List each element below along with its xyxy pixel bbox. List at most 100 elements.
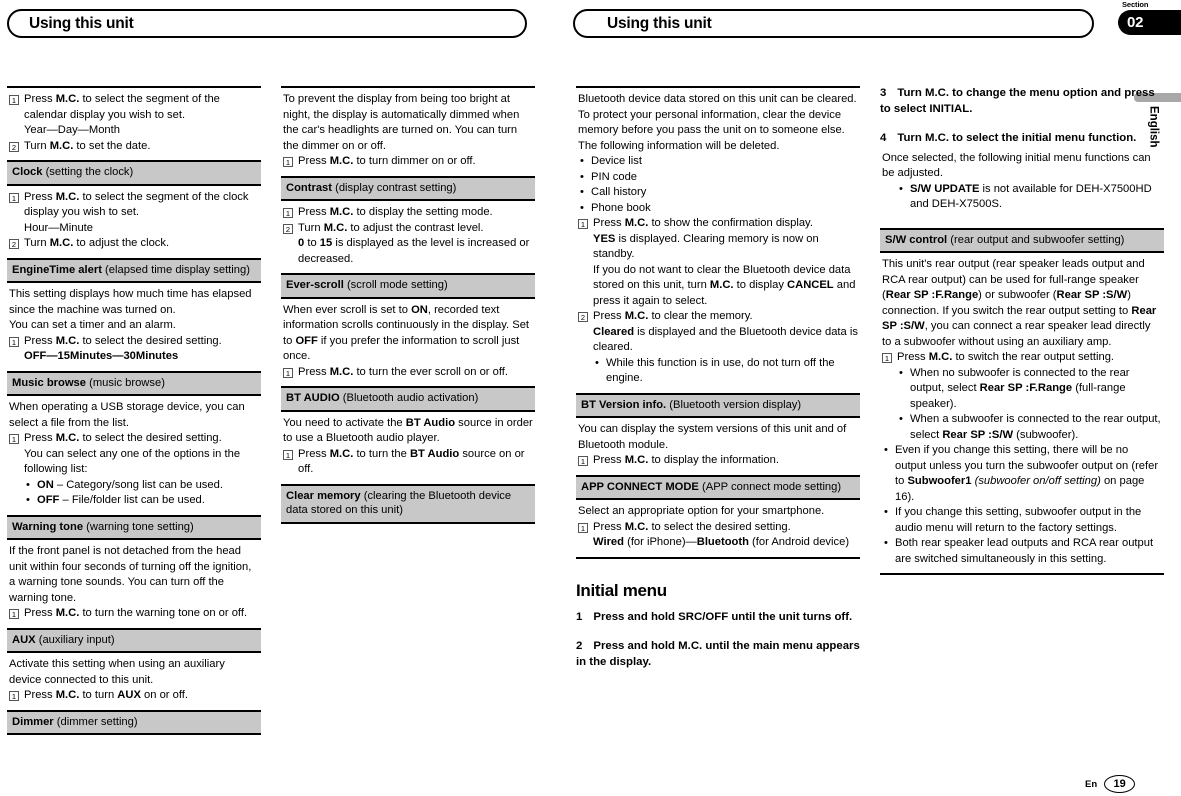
section-heading-warning-tone: Warning tone (warning tone setting): [7, 514, 261, 540]
section-heading-bt-version-plain: (Bluetooth version display): [666, 398, 802, 411]
engine-options: OFF—15Minutes—30Minutes: [24, 350, 179, 362]
step-number: 2: [9, 239, 19, 249]
list-item: 1 Press M.C. to select the desired setti…: [9, 431, 259, 509]
paragraph: Select an appropriate option for your sm…: [578, 505, 825, 517]
step-number: 2: [576, 640, 583, 652]
step-text: Turn M.C. to set the date.: [24, 139, 151, 152]
list-item: 1 Press M.C. to display the information.: [578, 453, 858, 469]
step-text: Press M.C. to select the desired setting…: [24, 431, 259, 509]
paragraph: You can set a timer and an alarm.: [9, 319, 176, 331]
list-item: 1 Press M.C. to switch the rear output s…: [882, 350, 1162, 443]
list-item: • Call history: [578, 185, 858, 201]
sw-control-body: This unit's rear output (rear speaker le…: [880, 253, 1164, 575]
paragraph: You can display the system versions of t…: [578, 423, 847, 451]
step-text: Press M.C. to select the desired setting…: [593, 520, 850, 549]
step-text: Press M.C. to turn AUX on or off.: [24, 689, 188, 701]
list-item: • If you change this setting, subwoofer …: [882, 505, 1162, 536]
enginetime-body: This setting displays how much time has …: [7, 283, 261, 371]
section-badge: Section 02: [1118, 0, 1181, 35]
column-4: 3 Turn M.C. to change the menu option and…: [880, 86, 1164, 735]
list-item: 1 Press M.C. to turn the ever scroll on …: [283, 365, 533, 381]
section-heading-bt-version-bold: BT Version info.: [581, 398, 667, 411]
bullet-icon: •: [884, 537, 888, 549]
column-1: 1 Press M.C. to select the segment of th…: [7, 86, 261, 735]
bullet-text: ON – Category/song list can be used.: [37, 478, 259, 494]
step-text: Press M.C. to show the confirmation disp…: [593, 217, 856, 307]
section-heading-clear-memory: Clear memory (clearing the Bluetooth dev…: [281, 483, 535, 524]
section-heading-clear-memory-bold: Clear memory: [286, 489, 361, 502]
list-item: 1 Press M.C. to select the desired setti…: [9, 334, 259, 365]
bullet-icon: •: [26, 478, 30, 491]
footer-page-number: 19: [1104, 775, 1136, 793]
paragraph: When ever scroll is set to ON, recorded …: [283, 303, 530, 363]
section-heading-aux-bold: AUX: [12, 633, 36, 646]
bullet-icon: •: [26, 494, 30, 506]
step-number: 1: [9, 434, 19, 444]
section-heading-app-connect: APP CONNECT MODE (APP connect mode setti…: [576, 474, 860, 500]
paragraph: You need to activate the BT Audio source…: [283, 416, 533, 445]
list-item: • PIN code: [578, 170, 858, 186]
step-text: Turn M.C. to change the menu option and …: [880, 87, 1155, 115]
aux-body: Activate this setting when using an auxi…: [7, 653, 261, 710]
section-heading-app-connect-plain: (APP connect mode setting): [698, 480, 842, 493]
ever-scroll-body: When ever scroll is set to ON, recorded …: [281, 299, 535, 387]
section-heading-warning-tone-bold: Warning tone: [12, 520, 84, 533]
bullet-text: Both rear speaker lead outputs and RCA r…: [895, 537, 1154, 565]
paragraph: Bluetooth device data stored on this uni…: [578, 93, 857, 152]
list-item: 2 Press M.C. to clear the memory. Cleared…: [578, 309, 858, 387]
step-subtext: You can select any one of the options in…: [24, 447, 241, 476]
bullet-icon: •: [580, 186, 584, 198]
section-heading-sw-control-plain: (rear output and subwoofer setting): [947, 233, 1125, 246]
section-heading-dimmer-bold: Dimmer: [12, 715, 54, 728]
list-item: • S/W UPDATE is not available for DEH-X7…: [882, 182, 1162, 213]
bullet-icon: •: [899, 413, 903, 425]
warning-tone-body: If the front panel is not detached from …: [7, 540, 261, 628]
section-heading-contrast-plain: (display contrast setting): [332, 181, 457, 194]
numbered-step-2: 2 Press and hold M.C. until the main menu…: [576, 639, 860, 670]
section-heading-enginetime: EngineTime alert (elapsed time display s…: [7, 257, 261, 283]
bullet-icon: •: [884, 444, 888, 456]
contrast-body: 1 Press M.C. to display the setting mode…: [281, 201, 535, 273]
bullet-text: Even if you change this setting, there w…: [895, 444, 1159, 503]
content-columns: 1 Press M.C. to select the segment of th…: [7, 86, 1164, 735]
list-item: 2 Turn M.C. to set the date.: [9, 139, 259, 155]
section-heading-ever-scroll-bold: Ever-scroll: [286, 279, 344, 291]
numbered-step-3: 3 Turn M.C. to change the menu option and…: [880, 86, 1164, 117]
section-heading-bt-audio: BT AUDIO (Bluetooth audio activation): [281, 386, 535, 412]
paragraph: If the front panel is not detached from …: [9, 545, 252, 604]
step4-body: Once selected, the following initial men…: [880, 147, 1164, 219]
step-text: Press M.C. to turn the warning tone on o…: [24, 607, 248, 619]
section-heading-dimmer: Dimmer (dimmer setting): [7, 709, 261, 735]
bullet-bold: OFF: [37, 494, 60, 506]
step-text: Press M.C. to turn dimmer on or off.: [298, 155, 476, 167]
numbered-step-1: 1 Press and hold SRC/OFF until the unit t…: [576, 610, 860, 626]
section-heading-dimmer-plain: (dimmer setting): [53, 715, 138, 728]
step-number: 1: [9, 95, 19, 105]
step-text: Press M.C. to clear the memory. Cleared i…: [593, 309, 858, 387]
paragraph: Once selected, the following initial men…: [882, 151, 1151, 180]
section-heading-music-browse-plain: (music browse): [85, 376, 165, 389]
section-heading-music-browse: Music browse (music browse): [7, 370, 261, 396]
list-item: • When a subwoofer is connected to the r…: [897, 412, 1162, 443]
music-browse-body: When operating a USB storage device, you…: [7, 396, 261, 515]
bullet-icon: •: [884, 506, 888, 518]
bullet-text: When a subwoofer is connected to the rea…: [910, 413, 1161, 441]
page-header-right: Using this unit: [573, 9, 1094, 38]
list-item: • ON – Category/song list can be used.: [24, 478, 259, 494]
step-text: Turn M.C. to select the initial menu fun…: [897, 132, 1137, 144]
bullet-icon: •: [899, 182, 903, 195]
section-heading-clock-plain: (setting the clock): [42, 166, 134, 178]
bullet-text: S/W UPDATE is not available for DEH-X750…: [910, 182, 1162, 213]
step-number: 1: [283, 208, 293, 218]
bullet-icon: •: [580, 201, 584, 214]
dimmer-body-block: To prevent the display from being too br…: [281, 86, 535, 176]
bullet-text: Phone book: [591, 201, 651, 214]
paragraph: When operating a USB storage device, you…: [9, 401, 245, 429]
bullet-icon: •: [899, 366, 903, 379]
list-item: • While this function is in use, do not …: [593, 356, 858, 387]
page-header-right-title: Using this unit: [607, 14, 712, 32]
bt-audio-body: You need to activate the BT Audio source…: [281, 412, 535, 484]
list-item: 1 Press M.C. to turn dimmer on or off.: [283, 154, 533, 170]
bullet-text: PIN code: [591, 170, 638, 183]
bullet-icon: •: [595, 356, 599, 369]
